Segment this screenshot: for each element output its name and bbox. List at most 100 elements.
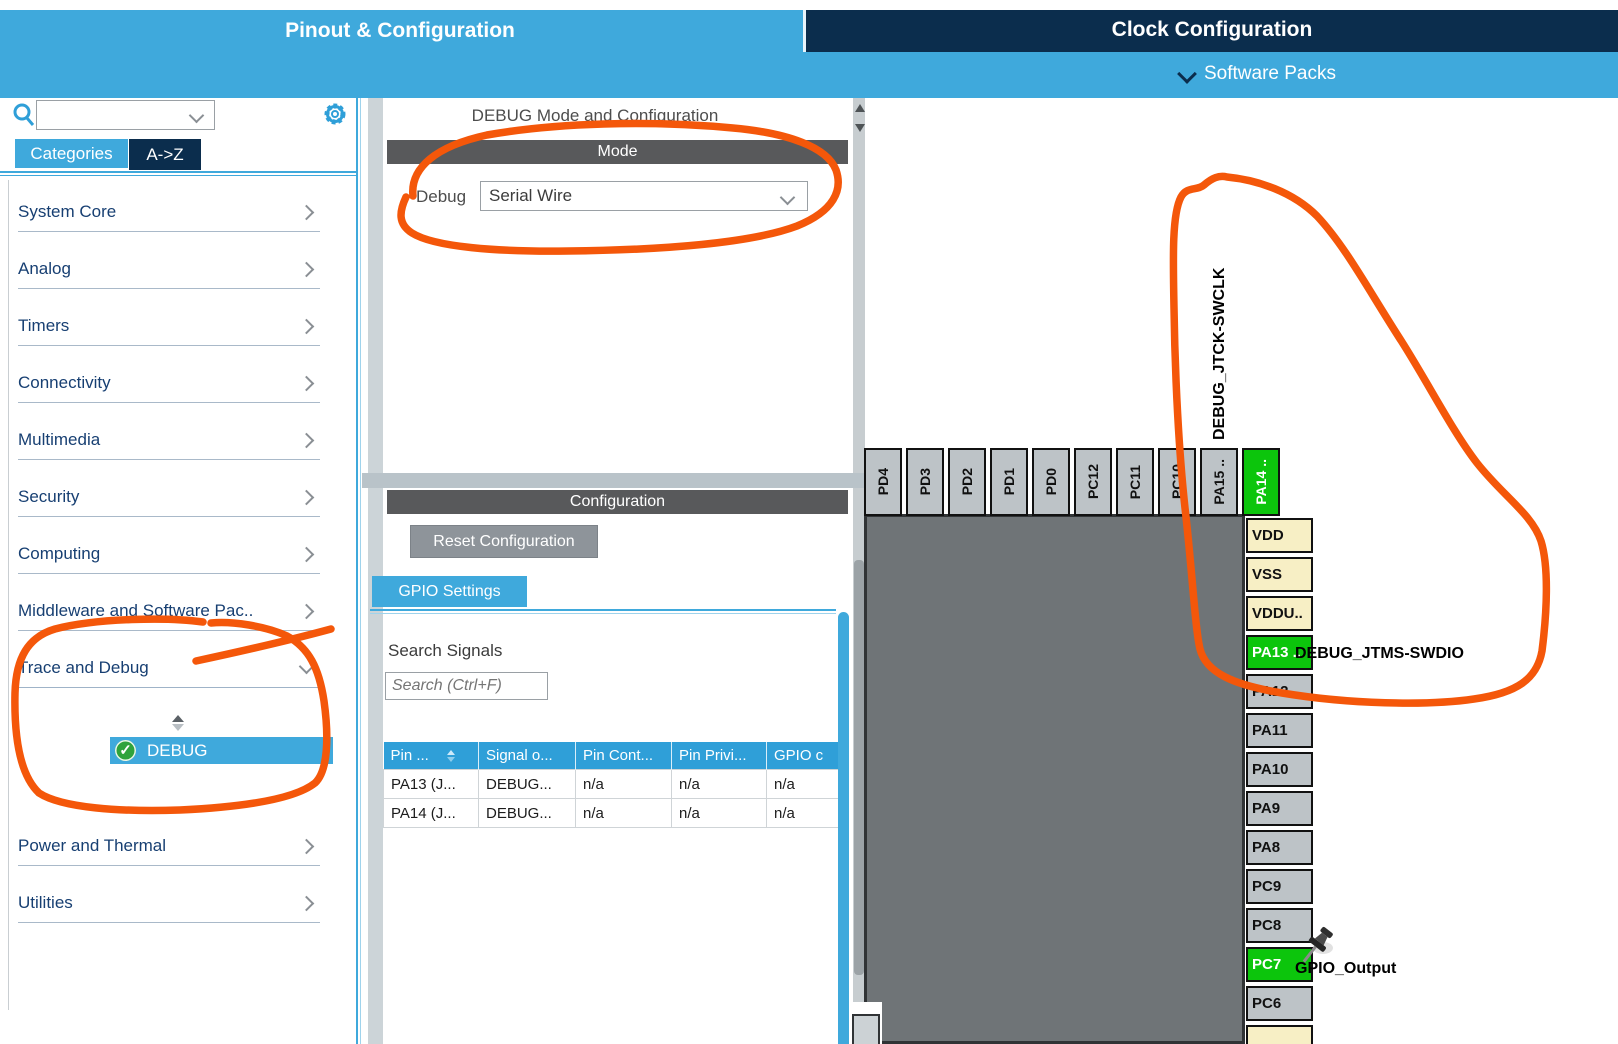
software-packs-label: Software Packs: [1204, 63, 1336, 84]
chevron-right-icon: [298, 603, 315, 620]
module-filter-select[interactable]: [36, 100, 215, 130]
pin-pc12[interactable]: PC12: [1074, 448, 1112, 516]
sidebar-item-multimedia[interactable]: Multimedia: [18, 420, 320, 460]
table-row[interactable]: PA14 (J... DEBUG... n/a n/a n/a: [383, 798, 849, 828]
pin-pd3[interactable]: PD3: [906, 448, 944, 516]
cell-signal: DEBUG...: [478, 798, 576, 828]
pin-pa14[interactable]: PA14 ..: [1242, 448, 1280, 516]
sidebar-item-power-and-thermal[interactable]: Power and Thermal: [18, 826, 320, 866]
gear-icon[interactable]: [322, 101, 348, 127]
chevron-right-icon: [298, 895, 315, 912]
column-header-signal[interactable]: Signal o...: [478, 742, 576, 770]
pin-pa10[interactable]: PA10: [1246, 752, 1313, 787]
table-row[interactable]: PA13 (J... DEBUG... n/a n/a n/a: [383, 769, 849, 799]
chevron-right-icon: [298, 318, 315, 335]
sidebar-item-security[interactable]: Security: [18, 477, 320, 517]
pin-pd4[interactable]: PD4: [864, 448, 902, 516]
sidebar-item-trace-and-debug[interactable]: Trace and Debug: [18, 648, 320, 688]
cell-pin-context: n/a: [575, 769, 672, 799]
panel-title: DEBUG Mode and Configuration: [471, 106, 719, 125]
sidebar-item-label: System Core: [18, 202, 117, 221]
pin-pa12[interactable]: PA12: [1246, 674, 1313, 709]
cell-pin: PA14 (J...: [383, 798, 479, 828]
pin-pa8[interactable]: PA8: [1246, 830, 1313, 865]
chevron-right-icon: [298, 546, 315, 563]
column-header-pin-privilege[interactable]: Pin Privi...: [671, 742, 767, 770]
cell-pin-privilege: n/a: [671, 769, 767, 799]
pin-pa9[interactable]: PA9: [1246, 791, 1313, 826]
search-signals-input[interactable]: [385, 672, 548, 700]
sidebar-item-label: Timers: [18, 316, 70, 335]
sidebar-right-border-2: [360, 98, 361, 1044]
sidebar-item-analog[interactable]: Analog: [18, 249, 320, 289]
vertical-scrollbar-thumb[interactable]: [854, 560, 864, 975]
software-packs-menu[interactable]: Software Packs: [1177, 63, 1336, 85]
sidebar-item-label: Connectivity: [18, 373, 111, 392]
column-header-pin[interactable]: Pin ...: [383, 742, 479, 770]
section-divider-band: [362, 473, 865, 488]
search-icon: [12, 102, 36, 128]
sidebar-item-label: Power and Thermal: [18, 836, 167, 855]
chevron-right-icon: [298, 489, 315, 506]
chevron-down-icon: [298, 658, 315, 675]
chevron-right-icon: [298, 261, 315, 278]
tree-scroll-spinner[interactable]: [172, 715, 186, 731]
chevron-right-icon: [298, 838, 315, 855]
sidebar-item-label: Computing: [18, 544, 101, 563]
spinner-down-icon: [172, 724, 184, 731]
pin-pd1[interactable]: PD1: [990, 448, 1028, 516]
sidebar-right-border: [356, 98, 358, 1044]
sidebar-item-system-core[interactable]: System Core: [18, 192, 320, 232]
pin-pc10[interactable]: PC10: [1158, 448, 1196, 516]
chip-top-pin-row: PD4 PD3 PD2 PD1 PD0 PC12 PC11 PC10 PA15 …: [864, 448, 1280, 516]
chevron-down-icon: [779, 189, 796, 206]
sidebar-item-timers[interactable]: Timers: [18, 306, 320, 346]
sidebar-item-debug-selected[interactable]: ✓ DEBUG: [110, 737, 333, 764]
sidebar-item-middleware[interactable]: Middleware and Software Pac..: [18, 591, 320, 631]
tab-gpio-settings[interactable]: GPIO Settings: [372, 576, 527, 607]
pin-pc9[interactable]: PC9: [1246, 869, 1313, 904]
chevron-right-icon: [298, 432, 315, 449]
pin-vddu[interactable]: VDDU..: [1246, 596, 1313, 631]
cell-signal: DEBUG...: [478, 769, 576, 799]
tab-pinout-configuration[interactable]: Pinout & Configuration: [0, 19, 800, 43]
reset-configuration-button[interactable]: Reset Configuration: [410, 525, 598, 558]
sidebar-item-connectivity[interactable]: Connectivity: [18, 363, 320, 403]
pin-pc6[interactable]: PC6: [1246, 986, 1313, 1021]
column-header-pin-context[interactable]: Pin Cont...: [575, 742, 672, 770]
pin-pa11[interactable]: PA11: [1246, 713, 1313, 748]
gpio-tab-underline-2: [370, 613, 836, 614]
sidebar-left-border: [8, 180, 9, 1010]
gpio-tab-underline: [370, 609, 836, 611]
sidebar-item-computing[interactable]: Computing: [18, 534, 320, 574]
chevron-right-icon: [298, 375, 315, 392]
cell-gpio: n/a: [766, 798, 849, 828]
pin-pd2[interactable]: PD2: [948, 448, 986, 516]
panel-splitter[interactable]: [368, 98, 383, 1044]
signal-label-swdio: DEBUG_JTMS-SWDIO: [1295, 645, 1464, 662]
sidebar-tab-categories[interactable]: Categories: [15, 139, 128, 168]
column-header-label: Pin ...: [390, 747, 429, 764]
pin-vdd[interactable]: VDD: [1246, 518, 1313, 553]
sidebar-item-utilities[interactable]: Utilities: [18, 883, 320, 923]
chevron-down-icon: [1177, 64, 1197, 84]
sidebar-item-label: Analog: [18, 259, 71, 278]
tab-clock-configuration-label[interactable]: Clock Configuration: [806, 18, 1618, 42]
scroll-down-arrow-icon[interactable]: [855, 124, 865, 132]
scroll-up-arrow-icon[interactable]: [855, 104, 865, 112]
debug-item-label: DEBUG: [147, 740, 208, 760]
sidebar-tab-az[interactable]: A->Z: [129, 139, 201, 170]
debug-mode-select[interactable]: Serial Wire: [480, 181, 808, 211]
column-header-gpio[interactable]: GPIO c: [766, 742, 849, 770]
sidebar-item-label: Trace and Debug: [18, 658, 149, 677]
chip-body: [864, 514, 1245, 1044]
cell-gpio: n/a: [766, 769, 849, 799]
pin-partial-bottom[interactable]: [1246, 1025, 1313, 1044]
panel-scrollbar-thumb[interactable]: [838, 612, 849, 1044]
pushpin-icon: [1297, 924, 1341, 983]
pin-pd0[interactable]: PD0: [1032, 448, 1070, 516]
pin-vss[interactable]: VSS: [1246, 557, 1313, 592]
sidebar-item-label: Security: [18, 487, 80, 506]
pin-pc11[interactable]: PC11: [1116, 448, 1154, 516]
pin-pa15[interactable]: PA15 ..: [1200, 448, 1238, 516]
